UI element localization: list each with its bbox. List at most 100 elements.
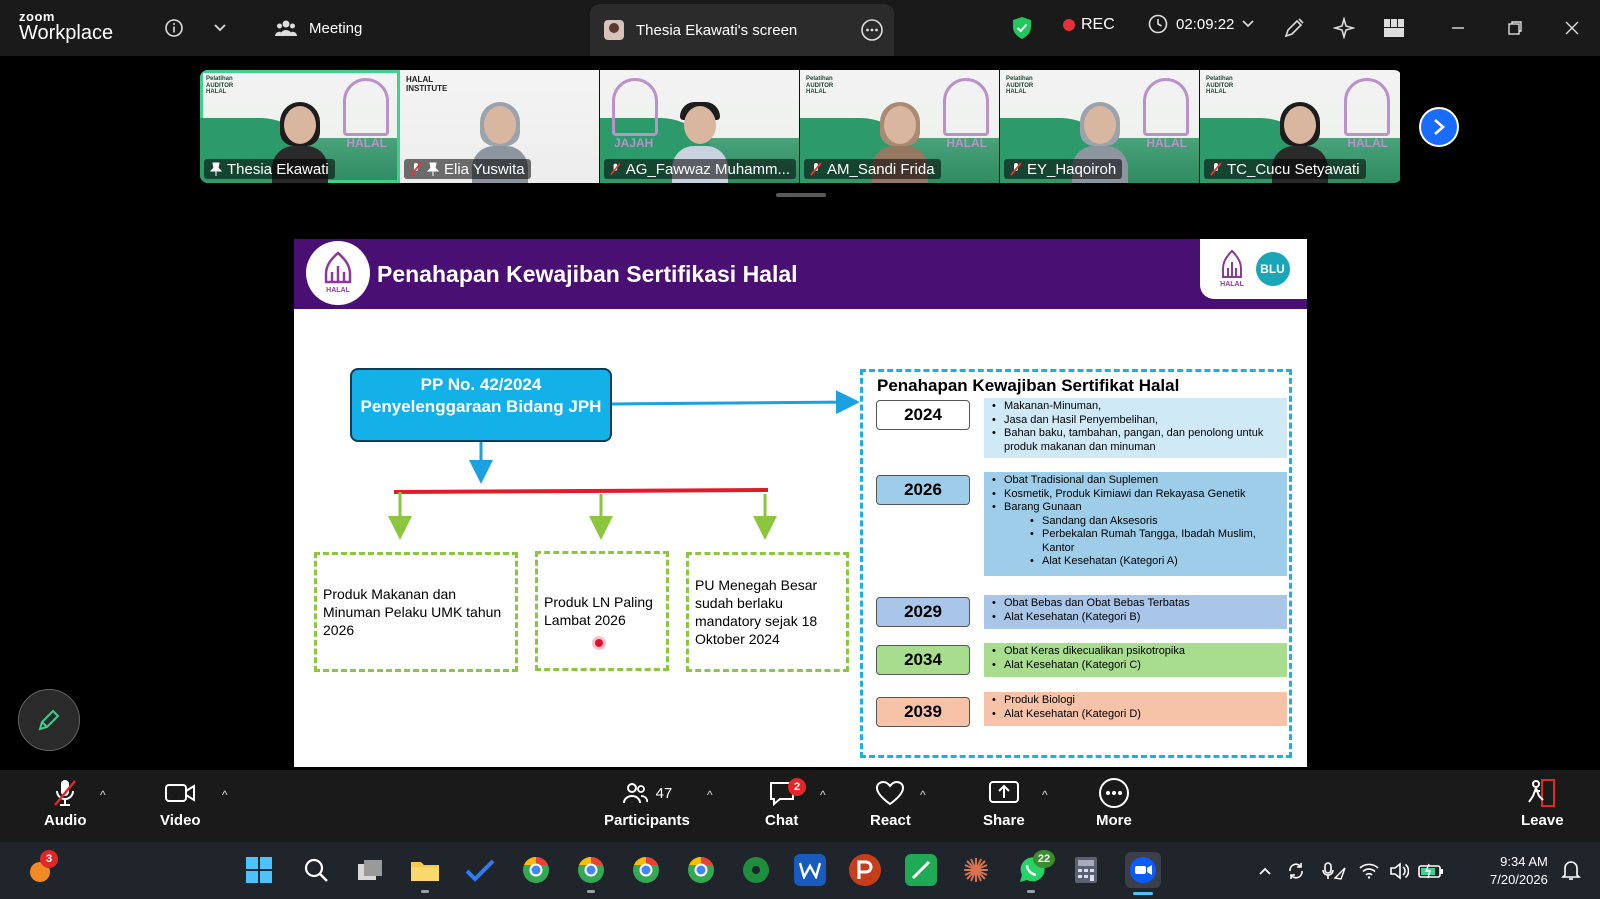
gallery-next-button[interactable] (1419, 107, 1459, 147)
annotate-icon[interactable] (1280, 14, 1308, 42)
chat-options-caret[interactable]: ^ (820, 788, 826, 802)
file-explorer-app[interactable] (409, 854, 441, 893)
meeting-toolbar: Audio ^ Video ^ 47 Participants ^ Chat 2… (0, 770, 1600, 842)
info-icon[interactable] (160, 14, 188, 42)
share-screen-icon (988, 781, 1019, 803)
zoom-icon (1130, 857, 1156, 883)
task-view-icon (358, 860, 382, 880)
share-options-caret[interactable]: ^ (1042, 788, 1048, 802)
participant-name-tag: AG_Fawwaz Muhamm... (604, 159, 796, 179)
recording-indicator[interactable]: REC (1063, 16, 1115, 34)
calculator-app[interactable] (1070, 854, 1102, 886)
participant-gallery: Pelatihan AUDITOR HALAL HALAL Thesia Eka… (200, 70, 1402, 183)
video-button[interactable]: Video (160, 778, 201, 829)
audio-options-caret[interactable]: ^ (100, 788, 106, 802)
taskbar-clock[interactable]: 9:34 AM 7/20/2026 (1490, 853, 1548, 889)
list-item: Obat Tradisional dan Suplemen (990, 474, 1281, 488)
participants-button[interactable]: 47 Participants (604, 778, 690, 829)
react-button[interactable]: React (870, 778, 911, 829)
checkmark-icon (465, 859, 495, 882)
more-button[interactable]: More (1096, 778, 1132, 829)
search-icon (304, 858, 328, 882)
pen-app[interactable] (905, 854, 937, 886)
phase-year-2029: 2029 (876, 597, 970, 627)
participant-name-tag: Elia Yuswita (404, 159, 531, 179)
audio-label: Audio (44, 812, 87, 829)
leave-button[interactable]: Leave (1521, 778, 1564, 829)
halal-emblem-icon (1344, 78, 1390, 136)
shared-screen-tab[interactable]: Thesia Ekawati's screen (590, 4, 894, 56)
participant-name: EY_Haqoiroh (1027, 160, 1117, 178)
halal-emblem-icon (943, 78, 989, 136)
react-options-caret[interactable]: ^ (920, 788, 926, 802)
participant-tile[interactable]: Pelatihan AUDITOR HALAL HALAL EY_Haqoiro… (1000, 70, 1200, 183)
participant-tile[interactable]: Pelatihan AUDITOR HALAL HALAL Thesia Eka… (200, 70, 400, 183)
powerpoint-app[interactable] (849, 854, 881, 886)
minimize-icon[interactable] (1444, 14, 1472, 42)
shield-icon[interactable] (1008, 14, 1036, 42)
close-icon[interactable] (1558, 14, 1586, 42)
chrome-profile-app[interactable] (575, 854, 607, 893)
participant-tile[interactable]: Pelatihan AUDITOR HALAL HALAL AM_Sandi F… (800, 70, 1000, 183)
banner-text: Pelatihan AUDITOR HALAL (806, 76, 834, 96)
folder-icon (411, 862, 439, 881)
halal-text: HALAL (346, 136, 387, 150)
word-app[interactable] (794, 854, 826, 886)
start-button[interactable] (243, 854, 275, 886)
halal-text: HALAL (946, 136, 987, 150)
phase-2026-list: Obat Tradisional dan Suplemen Kosmetik, … (984, 472, 1287, 576)
claude-app[interactable] (960, 854, 992, 886)
zoom-app[interactable] (1125, 852, 1161, 895)
clock-time: 9:34 AM (1500, 854, 1548, 869)
banner-text: Pelatihan AUDITOR HALAL (206, 76, 234, 96)
cd-app[interactable] (740, 854, 772, 886)
windows-icon (246, 857, 272, 883)
battery-icon[interactable] (1414, 863, 1448, 879)
chrome-profile-app[interactable] (685, 854, 717, 886)
chrome-app[interactable] (520, 854, 552, 886)
share-button[interactable]: Share (983, 778, 1025, 829)
participant-tile[interactable]: Pelatihan AUDITOR HALAL HALAL TC_Cucu Se… (1200, 70, 1400, 183)
list-subitem: Alat Kesehatan (Kategori A) (990, 555, 1281, 569)
meeting-button[interactable]: Meeting (275, 14, 362, 42)
pu-mandatory-box: PU Menegah Besar sudah berlaku mandatory… (686, 552, 849, 672)
halal-emblem-icon (343, 78, 389, 136)
presenter-pointer (595, 639, 603, 647)
strip-resize-handle[interactable] (776, 193, 826, 197)
restore-icon[interactable] (1501, 14, 1529, 42)
chevron-up-icon[interactable] (1252, 866, 1278, 876)
list-item: Alat Kesehatan (Kategori B) (990, 611, 1281, 625)
search-button[interactable] (300, 854, 332, 886)
volume-icon[interactable] (1384, 861, 1414, 880)
participant-name: Elia Yuswita (444, 160, 525, 178)
annotate-pencil-button[interactable] (18, 689, 80, 751)
mic-in-use-icon[interactable] (1314, 861, 1354, 881)
people-icon (275, 20, 297, 36)
notification-center-button[interactable] (1555, 854, 1587, 886)
participants-options-caret[interactable]: ^ (707, 788, 713, 802)
wifi-icon[interactable] (1354, 863, 1384, 879)
chevron-down-icon[interactable] (206, 14, 234, 42)
participant-tile[interactable]: HALAL INSTITUTE Elia Yuswita (400, 70, 600, 183)
leave-icon (1528, 779, 1556, 807)
sync-icon[interactable] (1278, 861, 1314, 881)
video-options-caret[interactable]: ^ (222, 788, 228, 802)
more-options-icon[interactable] (860, 18, 884, 46)
disc-icon (743, 857, 769, 883)
phase-panel: Penahapan Kewajiban Sertifikat Halal 202… (860, 369, 1292, 758)
mic-muted-icon (410, 162, 422, 176)
video-camera-icon (165, 784, 196, 802)
participants-count: 47 (655, 784, 673, 802)
ai-companion-icon[interactable] (1330, 14, 1358, 42)
view-grid-icon[interactable] (1380, 14, 1408, 42)
calculator-icon (1075, 857, 1097, 883)
chrome-profile-app[interactable] (630, 854, 662, 886)
audio-button[interactable]: Audio (44, 778, 87, 829)
umk-product-box: Produk Makanan dan Minuman Pelaku UMK ta… (314, 552, 518, 672)
phase-year-2039: 2039 (876, 697, 970, 727)
participant-tile[interactable]: JAJAH AG_Fawwaz Muhamm... (600, 70, 800, 183)
todo-app[interactable] (464, 854, 496, 886)
task-view-button[interactable] (354, 854, 386, 886)
meeting-timer[interactable]: 02:09:22 (1148, 14, 1254, 34)
list-item: Obat Bebas dan Obat Bebas Terbatas (990, 597, 1281, 611)
